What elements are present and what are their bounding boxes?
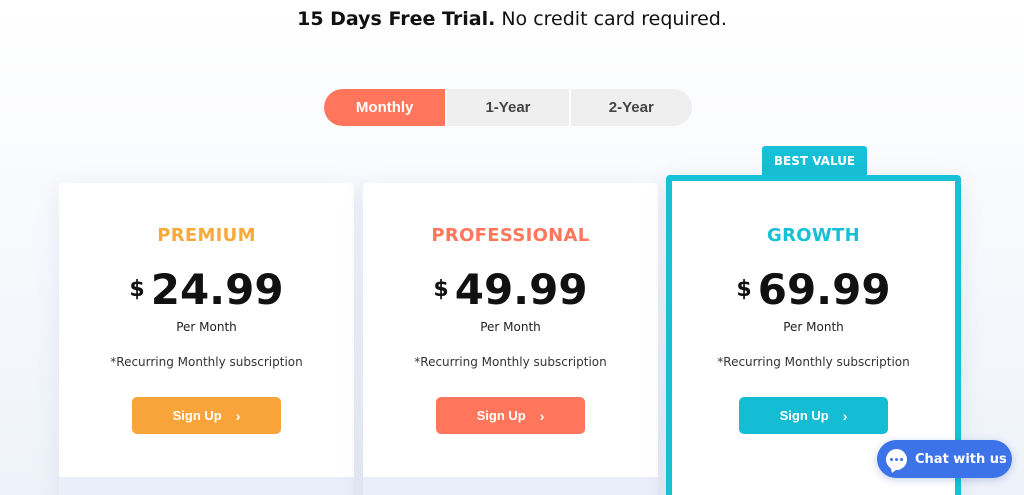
price-period: Per Month bbox=[176, 320, 237, 334]
sign-up-button-premium[interactable]: Sign Up › bbox=[132, 397, 281, 434]
chat-with-us-button[interactable]: Chat with us bbox=[877, 440, 1012, 478]
billing-period-toggle: Monthly 1-Year 2-Year bbox=[324, 89, 692, 126]
price-amount: 24.99 bbox=[150, 265, 284, 314]
plan-price: $ 49.99 bbox=[363, 265, 658, 315]
price-amount: 49.99 bbox=[454, 265, 588, 314]
sign-up-button-growth[interactable]: Sign Up › bbox=[739, 397, 888, 434]
subscription-note: *Recurring Monthly subscription bbox=[414, 355, 607, 369]
toggle-option-1-year[interactable]: 1-Year bbox=[445, 89, 568, 126]
price-period: Per Month bbox=[480, 320, 541, 334]
plan-name: GROWTH bbox=[767, 225, 860, 246]
chevron-right-icon: › bbox=[539, 407, 545, 424]
headline-bold: 15 Days Free Trial. bbox=[297, 8, 496, 30]
subscription-note: *Recurring Monthly subscription bbox=[110, 355, 303, 369]
plan-name: PREMIUM bbox=[157, 225, 256, 246]
chevron-right-icon: › bbox=[235, 407, 241, 424]
sign-up-label: Sign Up bbox=[172, 408, 222, 423]
toggle-option-2-year[interactable]: 2-Year bbox=[568, 89, 692, 126]
price-period: Per Month bbox=[783, 320, 844, 334]
price-amount: 69.99 bbox=[757, 265, 891, 314]
plan-price: $ 69.99 bbox=[672, 265, 955, 315]
chevron-right-icon: › bbox=[842, 407, 848, 424]
currency-symbol: $ bbox=[433, 277, 449, 302]
best-value-badge: BEST VALUE bbox=[762, 146, 867, 176]
free-trial-headline: 15 Days Free Trial. No credit card requi… bbox=[0, 8, 1024, 30]
currency-symbol: $ bbox=[129, 277, 145, 302]
subscription-note: *Recurring Monthly subscription bbox=[717, 355, 910, 369]
currency-symbol: $ bbox=[736, 277, 752, 302]
plan-name: PROFESSIONAL bbox=[431, 225, 590, 246]
plan-card-professional: PROFESSIONAL $ 49.99 Per Month *Recurrin… bbox=[363, 183, 658, 495]
chat-label: Chat with us bbox=[915, 451, 1007, 467]
sign-up-label: Sign Up bbox=[779, 408, 829, 423]
card-footer bbox=[59, 477, 354, 495]
card-footer bbox=[363, 477, 658, 495]
sign-up-label: Sign Up bbox=[476, 408, 526, 423]
headline-regular: No credit card required. bbox=[495, 8, 727, 30]
plan-price: $ 24.99 bbox=[59, 265, 354, 315]
sign-up-button-professional[interactable]: Sign Up › bbox=[436, 397, 585, 434]
toggle-option-monthly[interactable]: Monthly bbox=[324, 89, 446, 126]
chat-bubble-icon bbox=[886, 448, 907, 470]
plan-card-premium: PREMIUM $ 24.99 Per Month *Recurring Mon… bbox=[59, 183, 354, 495]
